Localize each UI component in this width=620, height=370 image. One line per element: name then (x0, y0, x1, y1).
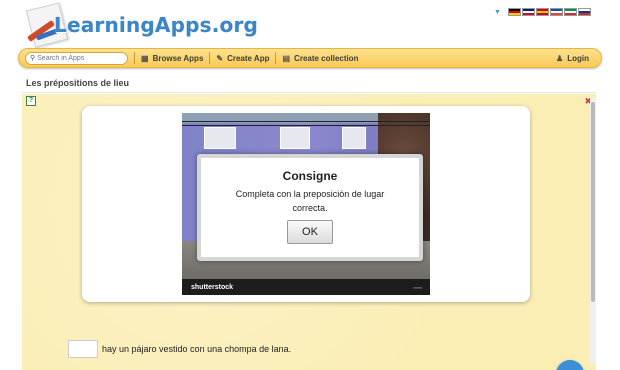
browse-apps-link[interactable]: ▦ Browse Apps (141, 54, 203, 63)
answer-drop-box[interactable] (68, 340, 98, 358)
user-icon: ♟ (556, 53, 564, 63)
search-box[interactable]: ⚲ (25, 51, 128, 65)
collection-icon: ▤ (282, 53, 291, 63)
watermark-id: ═══ (413, 284, 422, 290)
logo[interactable]: LearningApps.org (22, 2, 258, 48)
search-input[interactable] (37, 54, 126, 62)
floating-action-button[interactable] (556, 360, 584, 370)
photo-wire (182, 125, 430, 126)
ok-button[interactable]: OK (287, 220, 333, 244)
nav-divider (134, 52, 135, 64)
photo-window (280, 127, 310, 149)
logo-text: LearningApps.org (54, 13, 259, 37)
flag-uk-icon[interactable] (521, 8, 535, 16)
create-app-label: Create App (227, 53, 270, 63)
browse-apps-label: Browse Apps (152, 53, 204, 63)
photo-wire (182, 121, 430, 122)
question-row: hay un pájaro vestido con una chompa de … (68, 340, 291, 358)
page: LearningApps.org ▼ ⚲ ▦ Browse Apps ✎ Cre… (0, 0, 620, 370)
flag-it-icon[interactable] (563, 8, 577, 16)
dialog-text: Completa con la preposición de lugar cor… (235, 189, 385, 213)
instruction-dialog: Consigne Completa con la preposición de … (197, 154, 423, 261)
create-collection-label: Create collection (294, 53, 359, 63)
grid-icon: ▦ (141, 53, 149, 63)
create-collection-link[interactable]: ▤ Create collection (282, 54, 358, 63)
login-link[interactable]: ♟ Login (556, 54, 589, 63)
scrollbar-thumb[interactable] (591, 102, 595, 302)
language-selector[interactable]: ▼ (494, 8, 591, 16)
search-icon: ⚲ (30, 55, 36, 62)
photo-window (342, 127, 366, 149)
question-text: hay un pájaro vestido con una chompa de … (102, 344, 292, 354)
photo-watermark-bar: shutterstock ═══ (182, 279, 430, 295)
app-area: ? ✖ shutterstock ═══ Consigne Completa c… (22, 94, 596, 370)
instruction-card: shutterstock ═══ Consigne Completa con l… (82, 106, 530, 302)
nav-divider (209, 52, 211, 64)
dropdown-arrow-icon[interactable]: ▼ (494, 9, 501, 16)
photo-window (204, 127, 236, 149)
flag-fr-icon[interactable] (549, 8, 563, 16)
flag-ru-icon[interactable] (577, 8, 591, 16)
pencil-icon: ✎ (216, 53, 224, 63)
nav-divider (275, 52, 277, 64)
watermark-text: shutterstock (191, 283, 234, 291)
help-icon[interactable]: ? (26, 96, 36, 106)
create-app-link[interactable]: ✎ Create App (216, 54, 269, 63)
page-title: Les prépositions de lieu (26, 78, 130, 88)
dialog-title: Consigne (282, 169, 338, 183)
street-photo: shutterstock ═══ Consigne Completa con l… (182, 113, 430, 295)
flag-es-icon[interactable] (535, 8, 549, 16)
title-divider (22, 92, 596, 93)
navigation-bar: ⚲ ▦ Browse Apps ✎ Create App ▤ Create co… (18, 48, 602, 68)
login-label: Login (567, 53, 589, 63)
flag-de-icon[interactable] (507, 8, 521, 16)
